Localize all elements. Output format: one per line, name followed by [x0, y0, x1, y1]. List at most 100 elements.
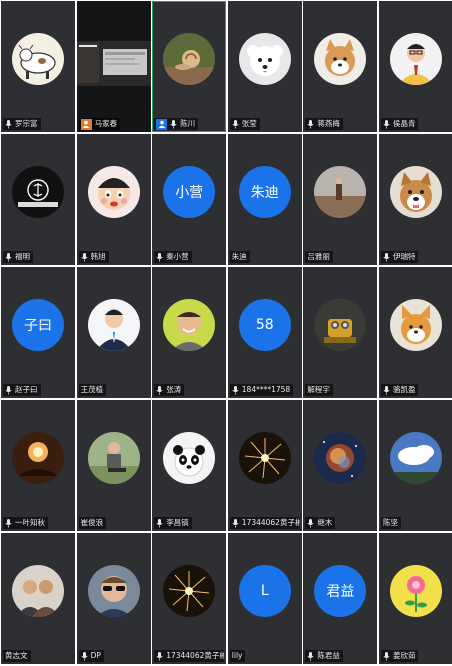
shiba-dog-icon [314, 33, 367, 85]
participant-name: 张莹 [241, 119, 257, 128]
corgi-icon [389, 299, 442, 351]
participant-grid: 罗宗富 马家春 陈川 张莹 蒋燕梅 侯晶青 福明 韩旭 小营 秦小营 朱迪 朱迪 吕雅丽 伊瑞特 子曰 赵子曰… [0, 0, 452, 666]
microphone-icon [156, 252, 163, 262]
participant-tile[interactable]: 小营 秦小营 [152, 134, 227, 265]
participant-tile[interactable]: DP [76, 533, 151, 664]
participant-label: 17344062黄子彬 [229, 517, 300, 529]
microphone-icon [5, 518, 12, 528]
microphone-icon [5, 119, 12, 129]
participant-name: 17344062黄子彬 [241, 518, 300, 527]
microphone-icon [232, 119, 239, 129]
participant-name: 解程宇 [307, 385, 330, 394]
participant-label: 李昌镐 [154, 517, 192, 529]
participant-name: 17344062黄子彬 [166, 651, 225, 660]
participant-label: 解程宇 [305, 384, 333, 396]
participant-label: 王茂植 [78, 384, 107, 396]
participant-tile[interactable]: 张涛 [152, 267, 227, 398]
participant-tile[interactable]: 崔俊浪 [76, 400, 151, 531]
participant-name: DP [90, 651, 101, 660]
text-avatar: L [238, 565, 291, 617]
participant-name: 张涛 [166, 385, 182, 394]
participant-tile[interactable]: 黄志文 [1, 533, 75, 664]
participant-name: 王茂植 [80, 385, 104, 394]
participant-name: 赵子曰 [15, 385, 38, 394]
video-feed [76, 1, 151, 132]
participant-tile[interactable]: 罗宗富 [1, 1, 75, 132]
participant-tile[interactable]: 福明 [1, 134, 75, 265]
participant-name: 黄志文 [5, 651, 28, 660]
participant-tile[interactable]: 17344062黄子彬 [227, 400, 302, 531]
sitting-man-icon [87, 432, 140, 484]
participant-label: 陈川 [154, 118, 199, 130]
man-smile-icon [163, 299, 216, 351]
participant-tile[interactable]: 解程宇 [303, 267, 378, 398]
microphone-icon [156, 651, 163, 661]
participant-name: 侯晶青 [392, 119, 416, 128]
participant-tile[interactable]: 伊瑞特 [378, 134, 452, 265]
microphone-icon [81, 252, 88, 262]
two-people-icon [12, 565, 64, 617]
flower-icon [389, 565, 442, 617]
participant-tile[interactable]: 蒋燕梅 [303, 1, 378, 132]
participant-name: 罗宗富 [15, 119, 38, 128]
participant-name: 陈川 [180, 119, 196, 128]
participant-name: 马家春 [94, 119, 118, 128]
participant-tile[interactable]: 君益 陈君益 [303, 533, 378, 664]
participant-name: 李昌镐 [166, 518, 189, 527]
participant-tile[interactable]: 陈坚 [378, 400, 452, 531]
participant-name: 朱迪 [231, 252, 247, 261]
microphone-icon [156, 518, 163, 528]
participant-tile[interactable]: 陈川 [152, 1, 227, 132]
microphone-icon [307, 651, 314, 661]
snail-icon [163, 33, 216, 85]
participant-tile[interactable]: 韩旭 [76, 134, 151, 265]
participant-name: 一叶知秋 [15, 518, 45, 527]
person-icon [389, 33, 442, 85]
participant-name: 福明 [15, 252, 30, 261]
microphone-icon [383, 119, 390, 129]
microphone-icon [383, 252, 390, 262]
participant-tile[interactable]: 继木 [303, 400, 378, 531]
participant-name: 184****1758 [241, 385, 291, 394]
participant-name: 蒋燕梅 [317, 119, 340, 128]
participant-label: 吕雅丽 [305, 251, 333, 263]
participant-tile[interactable]: 朱迪 朱迪 [227, 134, 302, 265]
participant-label: 184****1758 [229, 384, 294, 396]
participant-label: 黄志文 [3, 650, 31, 662]
participant-tile[interactable]: 张莹 [227, 1, 302, 132]
microphone-icon [156, 385, 163, 395]
participant-tile[interactable]: Llily [227, 533, 302, 664]
participant-label: 侯晶青 [380, 118, 419, 130]
participant-tile[interactable]: 侯晶青 [378, 1, 452, 132]
text-avatar: 朱迪 [238, 166, 291, 218]
participant-tile[interactable]: 58 184****1758 [227, 267, 302, 398]
participant-label: 姜欣茹 [380, 650, 419, 662]
participant-label: 赵子曰 [3, 384, 41, 396]
microphone-icon [170, 119, 177, 129]
participant-label: lily [229, 650, 246, 662]
participant-tile[interactable]: 子曰 赵子曰 [1, 267, 75, 398]
participant-tile[interactable]: 一叶知秋 [1, 400, 75, 531]
participant-name: 秦小营 [166, 252, 189, 261]
participant-tile[interactable]: 李昌镐 [152, 400, 227, 531]
participant-tile[interactable]: 王茂植 [76, 267, 151, 398]
participant-label: 伊瑞特 [380, 251, 419, 263]
sunset-icon [12, 432, 64, 484]
participant-label: 一叶知秋 [3, 517, 48, 529]
participant-tile[interactable]: 17344062黄子彬 [152, 533, 227, 664]
microphone-icon [383, 385, 390, 395]
participant-tile[interactable]: 马家春 [76, 1, 151, 132]
participant-tile[interactable]: 骆凯盈 [378, 267, 452, 398]
participant-name: 吕雅丽 [307, 252, 330, 261]
text-avatar: 子曰 [12, 299, 64, 351]
participant-label: 继木 [305, 517, 336, 529]
participant-tile[interactable]: 吕雅丽 [303, 134, 378, 265]
participant-label: 17344062黄子彬 [154, 650, 225, 662]
participant-label: 陈君益 [305, 650, 343, 662]
cartoon-kid-icon [87, 166, 140, 218]
participant-tile[interactable]: 姜欣茹 [378, 533, 452, 664]
participant-name: 韩旭 [90, 252, 106, 261]
man-suit-icon [87, 299, 140, 351]
white-dog-icon [238, 33, 291, 85]
robot-icon [314, 299, 367, 351]
